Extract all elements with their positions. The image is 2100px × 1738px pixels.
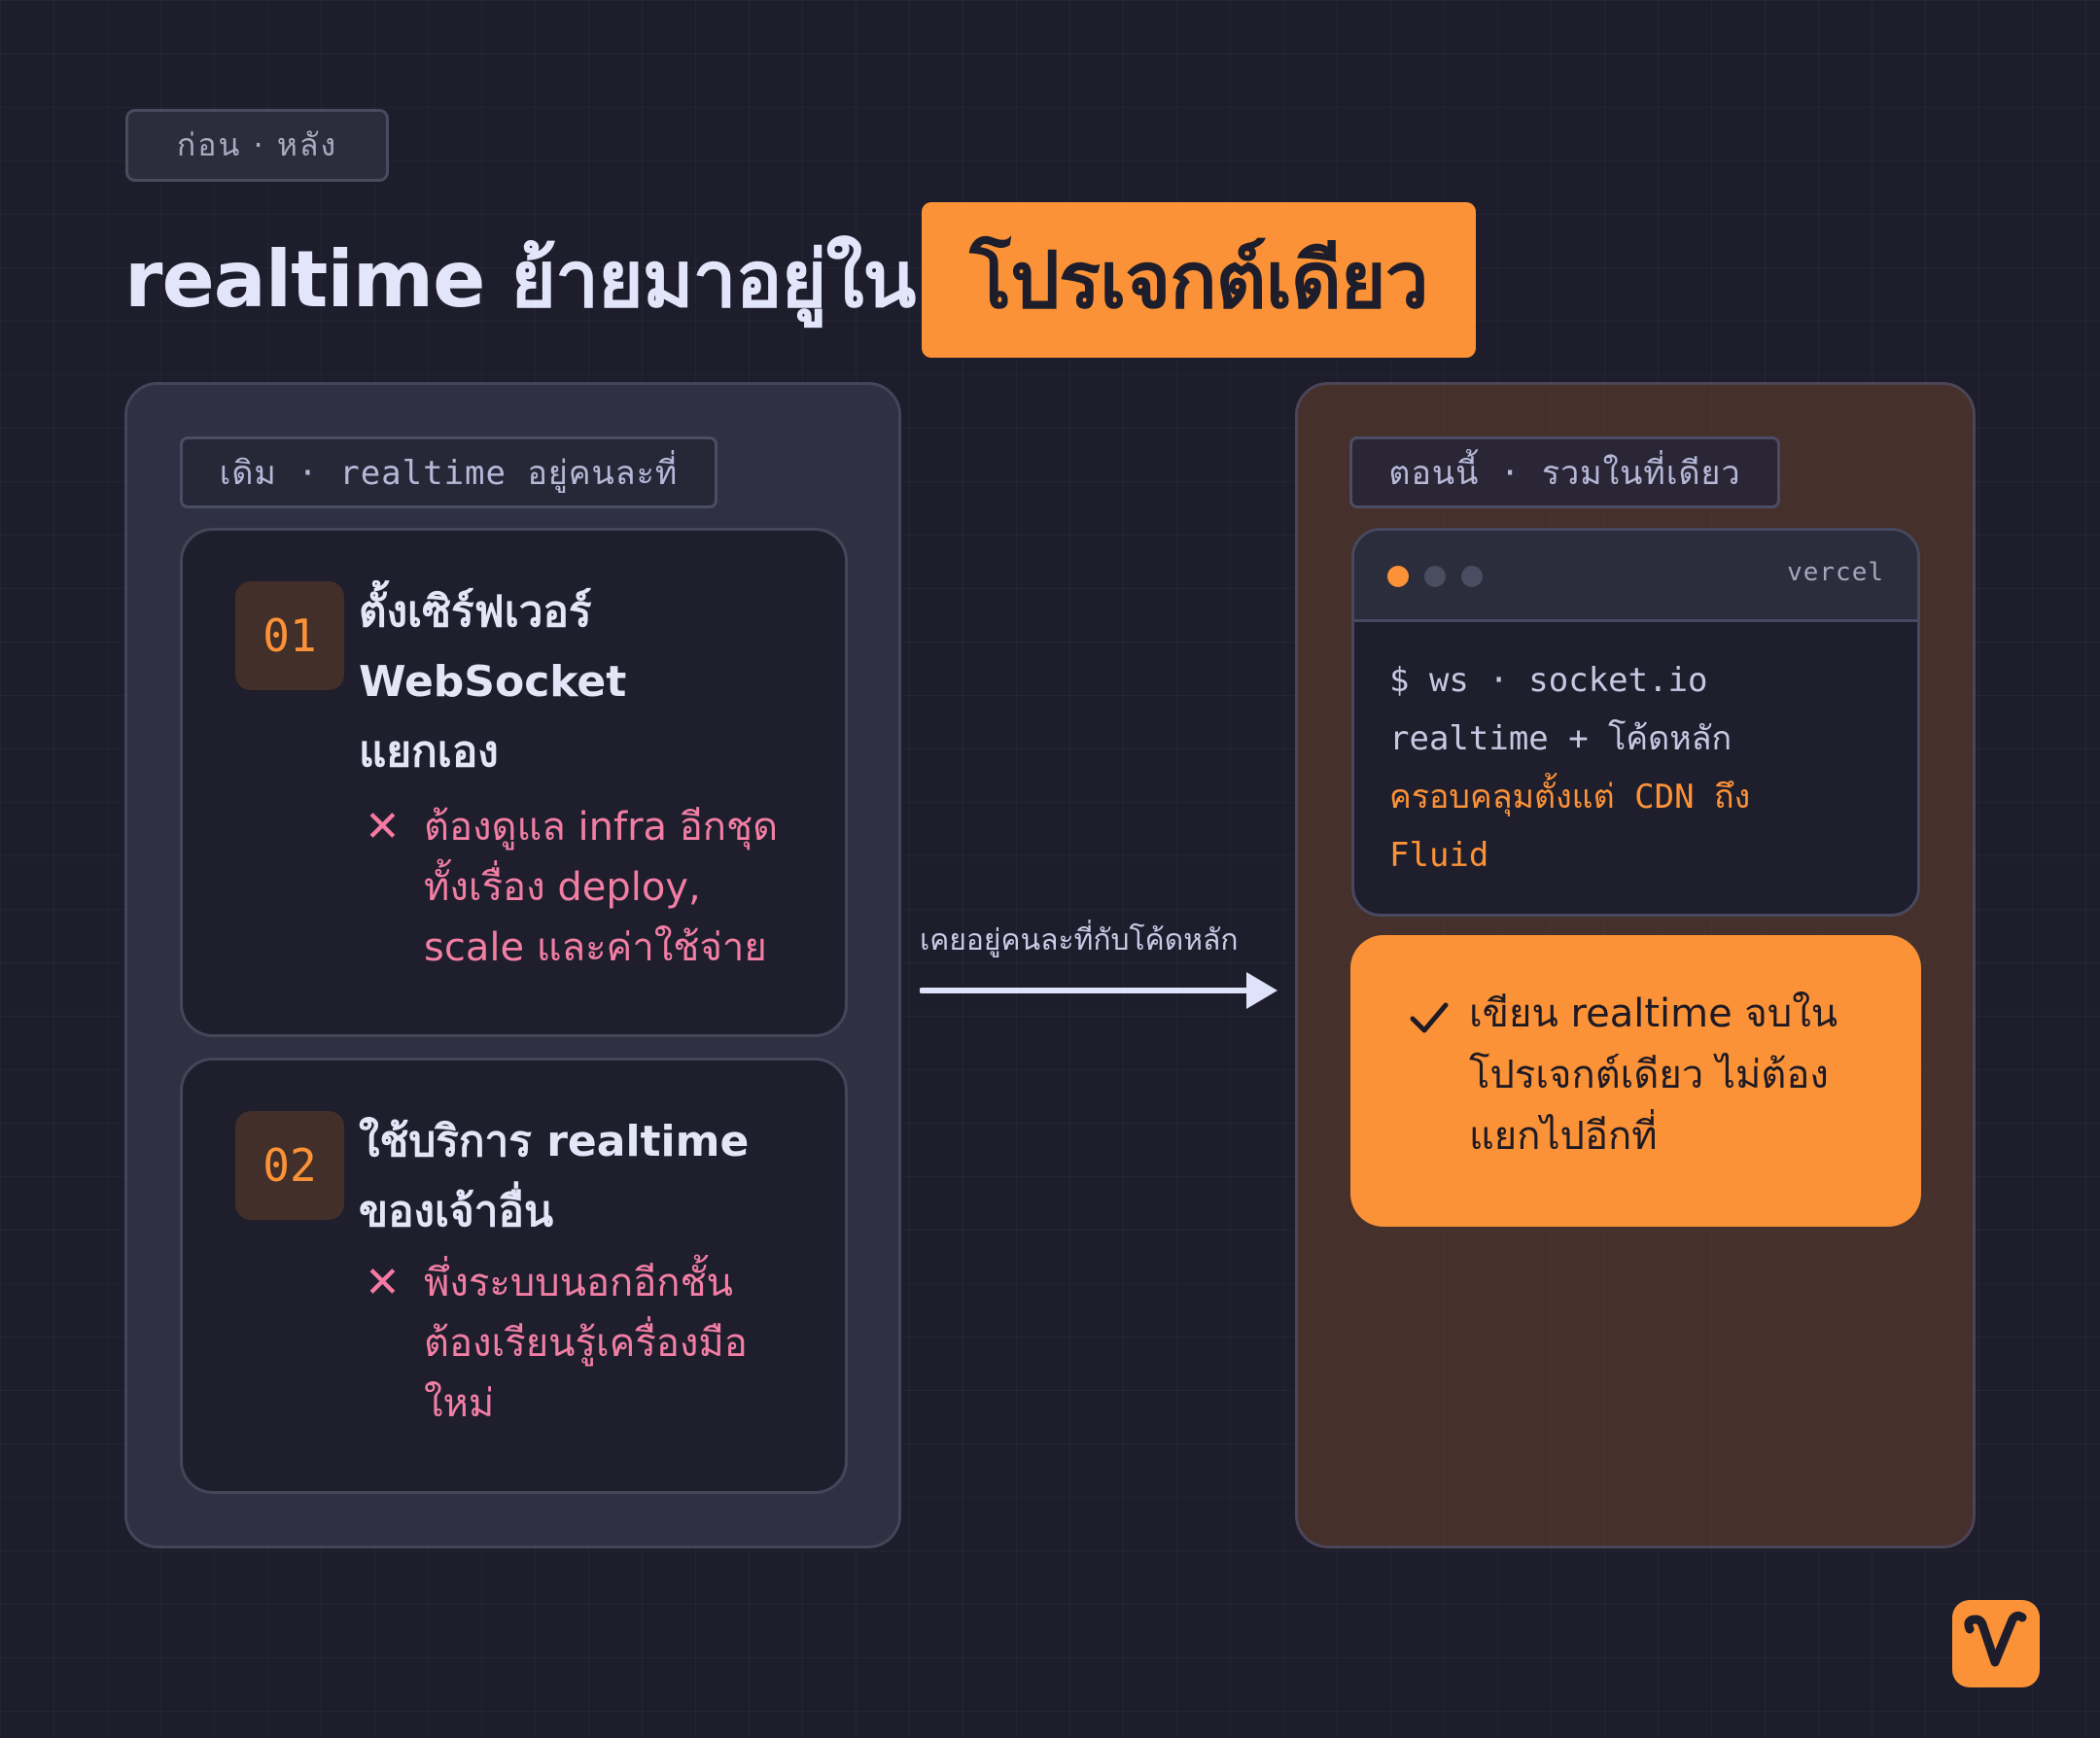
item-cons-line: พึ่งระบบนอกอีกชั้น: [424, 1261, 733, 1305]
window-dot-icon: [1387, 566, 1409, 587]
item-title: ตั้งเซิร์ฟเวอร์ WebSocket แยกเอง: [359, 577, 626, 787]
item-cons-line: ทั้งเรื่อง deploy,: [424, 865, 701, 910]
before-item-card: 01 ตั้งเซิร์ฟเวอร์ WebSocket แยกเอง ✕ ต้…: [180, 528, 848, 1037]
benefit-box: เขียน realtime จบใน โปรเจกต์เดียว ไม่ต้อ…: [1350, 935, 1921, 1227]
terminal-content: $ ws · socket.io realtime + โค้ดหลัก ครอ…: [1389, 651, 1750, 885]
window-dot-icon: [1461, 566, 1483, 587]
item-title-line: ตั้งเซิร์ฟเวอร์: [359, 587, 592, 637]
terminal-line: realtime + โค้ดหลัก: [1389, 719, 1732, 758]
item-title-line: WebSocket: [359, 657, 627, 707]
item-cons: พึ่งระบบนอกอีกชั้น ต้องเรียนรู้เครื่องมื…: [424, 1253, 748, 1434]
transition-label: เคยอยู่คนละที่กับโค้ดหลัก: [920, 923, 1239, 957]
window-titlebar: vercel: [1354, 531, 1917, 622]
x-icon: ✕: [365, 1258, 401, 1307]
item-cons-line: ต้องดูแล infra อีกชุด: [424, 805, 779, 850]
section-tag: ก่อน · หลัง: [125, 109, 389, 182]
item-cons: ต้องดูแล infra อีกชุด ทั้งเรื่อง deploy,…: [424, 797, 778, 978]
item-cons-line: ต้องเรียนรู้เครื่องมือ: [424, 1321, 748, 1366]
check-icon: [1410, 1002, 1449, 1033]
before-chip: เดิม · realtime อยู่คนละที่: [180, 436, 718, 508]
terminal-window: vercel $ ws · socket.io realtime + โค้ดห…: [1351, 528, 1920, 917]
page-title: realtime ย้ายมาอยู่ใน: [124, 234, 916, 325]
benefit-text: เขียน realtime จบใน โปรเจกต์เดียว ไม่ต้อ…: [1469, 984, 1877, 1167]
after-chip: ตอนนี้ · รวมในที่เดียว: [1349, 436, 1780, 508]
item-cons-line: ใหม่: [424, 1381, 495, 1426]
terminal-highlight-line: ครอบคลุมตั้งแต่ CDN ถึง: [1389, 778, 1751, 817]
v-logo-glyph: [1964, 1611, 2027, 1667]
v-logo-icon: [1952, 1600, 2040, 1687]
item-title-line: แยกเอง: [359, 727, 499, 777]
terminal-line: $ ws · socket.io: [1389, 661, 1708, 700]
item-number-badge: 02: [235, 1111, 344, 1220]
window-dot-icon: [1424, 566, 1446, 587]
benefit-line: เขียน realtime จบใน: [1469, 991, 1838, 1036]
arrow-right-icon: [920, 972, 1278, 1009]
page-title-highlight: โปรเจกต์เดียว: [922, 202, 1476, 358]
terminal-highlight-line: Fluid: [1389, 836, 1489, 875]
before-item-card: 02 ใช้บริการ realtime ของเจ้าอื่น ✕ พึ่ง…: [180, 1058, 848, 1494]
item-number-badge: 01: [235, 581, 344, 690]
item-cons-line: scale และค่าใช้จ่าย: [424, 925, 767, 970]
item-title: ใช้บริการ realtime ของเจ้าอื่น: [359, 1107, 749, 1247]
benefit-line: แยกไปอีกที่: [1469, 1114, 1658, 1159]
x-icon: ✕: [365, 802, 401, 852]
item-title-line: ใช้บริการ realtime: [359, 1117, 750, 1166]
benefit-line: โปรเจกต์เดียว ไม่ต้อง: [1469, 1053, 1829, 1097]
window-host-label: vercel: [1787, 558, 1884, 587]
item-title-line: ของเจ้าอื่น: [359, 1187, 554, 1236]
